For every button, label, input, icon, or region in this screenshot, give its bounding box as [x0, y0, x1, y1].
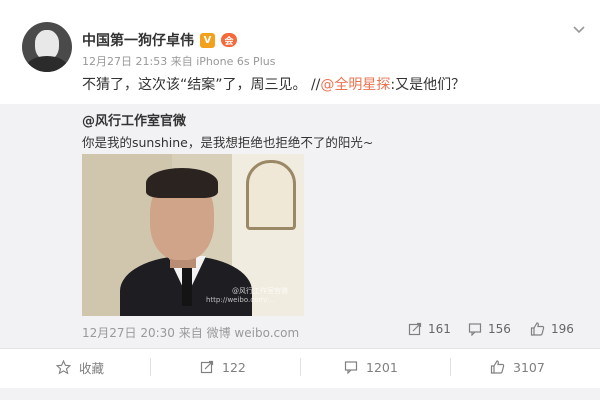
repost-text: 你是我的sunshine，是我想拒绝也拒绝不了的阳光~ [82, 135, 374, 150]
favorite-label: 收藏 [79, 360, 105, 376]
star-icon [56, 359, 71, 374]
author-name[interactable]: 中国第一狗仔卓伟 [82, 30, 194, 50]
comment-icon [468, 323, 482, 336]
repost-stat-reposts[interactable]: 161 [408, 322, 451, 336]
comment-icon [344, 361, 358, 374]
action-separator [150, 358, 151, 376]
thumbs-up-icon [490, 360, 505, 374]
repost-icon [408, 322, 422, 336]
post-text-tail: :又是他们？ [390, 77, 466, 93]
comment-button[interactable]: 1201 [344, 356, 398, 378]
post-text-body: 不猜了，这次该“结案”了，周三见。 // [82, 77, 321, 93]
weibo-post: 中国第一狗仔卓伟 V 会 12月27日 21:53 来自 iPhone 6s P… [0, 0, 600, 400]
avatar-shoulders [26, 56, 68, 72]
action-bar-divider [0, 348, 600, 349]
post-source-prefix: 来自 [170, 55, 193, 68]
photo-hair [146, 168, 218, 198]
repost-photo[interactable]: @风行工作室官微 http://weibo.com/... [82, 154, 304, 316]
repost-stat-reposts-count: 161 [428, 322, 451, 336]
like-button[interactable]: 3107 [490, 356, 545, 378]
like-count: 3107 [513, 359, 545, 375]
repost-stat-likes-count: 196 [551, 322, 574, 336]
mention-link[interactable]: @全明星探 [320, 77, 390, 93]
repost-source[interactable]: 微博 weibo.com [207, 326, 300, 340]
repost-stat-likes[interactable]: 196 [530, 322, 574, 336]
post-source[interactable]: iPhone 6s Plus [196, 55, 275, 68]
thumbs-up-icon [530, 322, 545, 336]
verified-badge-icon[interactable]: V [200, 32, 215, 48]
post-text: 不猜了，这次该“结案”了，周三见。 //@全明星探:又是他们？ [82, 74, 465, 94]
repost-count: 122 [222, 359, 246, 375]
repost-author[interactable]: @风行工作室官微 [82, 110, 186, 129]
action-separator [450, 358, 451, 376]
member-badge-icon[interactable]: 会 [221, 33, 237, 47]
repost-meta: 12月27日 20:30 来自 微博 weibo.com [82, 324, 299, 341]
feed-gap [0, 388, 600, 400]
comment-count: 1201 [366, 359, 398, 375]
repost-source-prefix: 来自 [178, 326, 203, 340]
repost-button[interactable]: 122 [200, 356, 246, 378]
photo-window-frame [246, 160, 296, 230]
photo-tie [182, 264, 192, 306]
action-separator [300, 358, 301, 376]
post-author: 中国第一狗仔卓伟 V 会 [82, 30, 237, 50]
avatar[interactable] [22, 22, 72, 72]
post-timestamp[interactable]: 12月27日 21:53 [82, 55, 167, 68]
repost-stat-comments[interactable]: 156 [468, 322, 511, 336]
chevron-down-icon[interactable] [572, 24, 586, 39]
repost-timestamp[interactable]: 12月27日 20:30 [82, 326, 175, 340]
repost-icon [200, 360, 214, 374]
repost-stat-comments-count: 156 [488, 322, 511, 336]
photo-watermark: @风行工作室官微 [232, 287, 288, 295]
favorite-button[interactable]: 收藏 [56, 356, 104, 378]
photo-watermark-url: http://weibo.com/... [206, 296, 275, 304]
post-meta: 12月27日 21:53 来自 iPhone 6s Plus [82, 53, 275, 69]
